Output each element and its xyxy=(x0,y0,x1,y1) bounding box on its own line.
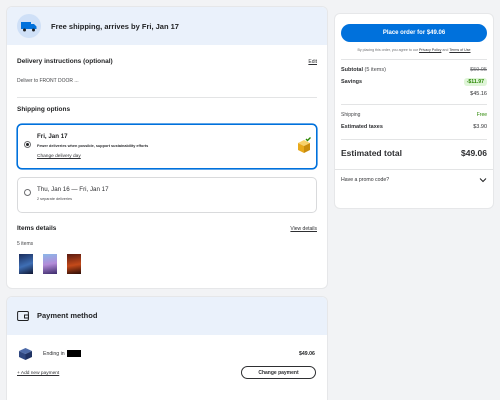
shipping-option-selected[interactable]: Fri, Jan 17 Fewer deliveries when possib… xyxy=(17,124,317,169)
add-new-payment-link[interactable]: + Add new payment xyxy=(17,371,59,376)
payment-card: Payment method Ending in $49.06 + Add ne… xyxy=(7,297,327,400)
payment-title: Payment method xyxy=(37,311,98,320)
net-row: $45.16 xyxy=(341,91,487,97)
promo-code-toggle[interactable]: Have a promo code? xyxy=(341,173,487,187)
redacted-card-number xyxy=(67,350,81,357)
divider xyxy=(341,104,487,105)
card-ending-label: Ending in xyxy=(43,351,65,357)
card-icon xyxy=(19,348,32,360)
shipping-label: Shipping xyxy=(341,112,361,118)
subtotal-row: Subtotal (5 items) $59.95 xyxy=(341,67,487,73)
shipping-card: Free shipping, arrives by Fri, Jan 17 De… xyxy=(7,7,327,288)
shipping-row: Shipping Free xyxy=(341,112,487,118)
taxes-value: $3.90 xyxy=(473,124,487,130)
wallet-icon xyxy=(17,311,29,321)
items-details-row: Items details View details xyxy=(17,225,317,232)
divider xyxy=(335,169,493,170)
place-order-button[interactable]: Place order for $49.06 xyxy=(341,24,487,42)
option-date: Thu, Jan 16 — Fri, Jan 17 xyxy=(37,186,109,193)
payment-header: Payment method xyxy=(7,297,327,335)
taxes-row: Estimated taxes $3.90 xyxy=(341,124,487,130)
items-details-title: Items details xyxy=(17,225,57,232)
divider xyxy=(341,139,487,140)
change-delivery-day-link[interactable]: Change delivery day xyxy=(37,154,81,159)
shipping-option-unselected[interactable]: Thu, Jan 16 — Fri, Jan 17 2 separate del… xyxy=(17,177,317,213)
savings-label: Savings xyxy=(341,79,363,85)
change-payment-button[interactable]: Change payment xyxy=(241,366,316,379)
total-row: Estimated total $49.06 xyxy=(341,148,487,158)
shipping-options-title: Shipping options xyxy=(17,106,71,113)
view-details-link[interactable]: View details xyxy=(290,226,317,232)
shipping-value: Free xyxy=(476,112,487,118)
delivery-instructions-row: Delivery instructions (optional) Edit xyxy=(17,58,317,65)
total-value: $49.06 xyxy=(461,148,487,158)
savings-value: -$11.97 xyxy=(463,78,487,86)
shipping-header: Free shipping, arrives by Fri, Jan 17 xyxy=(7,7,327,45)
delivery-box-icon xyxy=(298,137,311,153)
item-thumbnail[interactable] xyxy=(43,254,57,274)
terms-prefix: By placing this order, you agree to our xyxy=(357,48,420,52)
terms-of-use-link[interactable]: Terms of Use xyxy=(449,48,470,52)
net-value: $45.16 xyxy=(470,91,487,97)
truck-icon xyxy=(17,14,41,38)
chevron-down-icon xyxy=(479,178,487,183)
taxes-label: Estimated taxes xyxy=(341,124,383,130)
order-summary-card: Place order for $49.06 By placing this o… xyxy=(335,14,493,208)
option-description: Fewer deliveries when possible, support … xyxy=(37,144,149,148)
shipping-header-title: Free shipping, arrives by Fri, Jan 17 xyxy=(51,21,179,31)
terms-text: By placing this order, you agree to our … xyxy=(335,48,493,52)
option-date: Fri, Jan 17 xyxy=(37,133,68,140)
edit-link[interactable]: Edit xyxy=(308,59,317,65)
radio-unselected[interactable] xyxy=(24,189,31,196)
option-description: 2 separate deliveries xyxy=(37,197,73,201)
savings-row: Savings -$11.97 xyxy=(341,78,487,86)
items-count: 5 items xyxy=(17,241,34,247)
subtotal-items: (5 items) xyxy=(364,67,386,73)
divider xyxy=(341,59,487,60)
subtotal-label: Subtotal xyxy=(341,67,363,73)
payment-amount: $49.06 xyxy=(299,351,315,357)
divider xyxy=(17,97,317,98)
radio-selected[interactable] xyxy=(24,141,31,148)
delivery-instructions-text: Deliver to FRONT DOOR ... xyxy=(17,78,79,84)
subtotal-value: $59.95 xyxy=(470,67,487,73)
delivery-instructions-title: Delivery instructions (optional) xyxy=(17,58,113,65)
item-thumbnail[interactable] xyxy=(19,254,33,274)
promo-code-label: Have a promo code? xyxy=(341,177,390,183)
item-thumbnail[interactable] xyxy=(67,254,81,274)
total-label: Estimated total xyxy=(341,148,402,158)
privacy-policy-link[interactable]: Privacy Policy xyxy=(419,48,441,52)
